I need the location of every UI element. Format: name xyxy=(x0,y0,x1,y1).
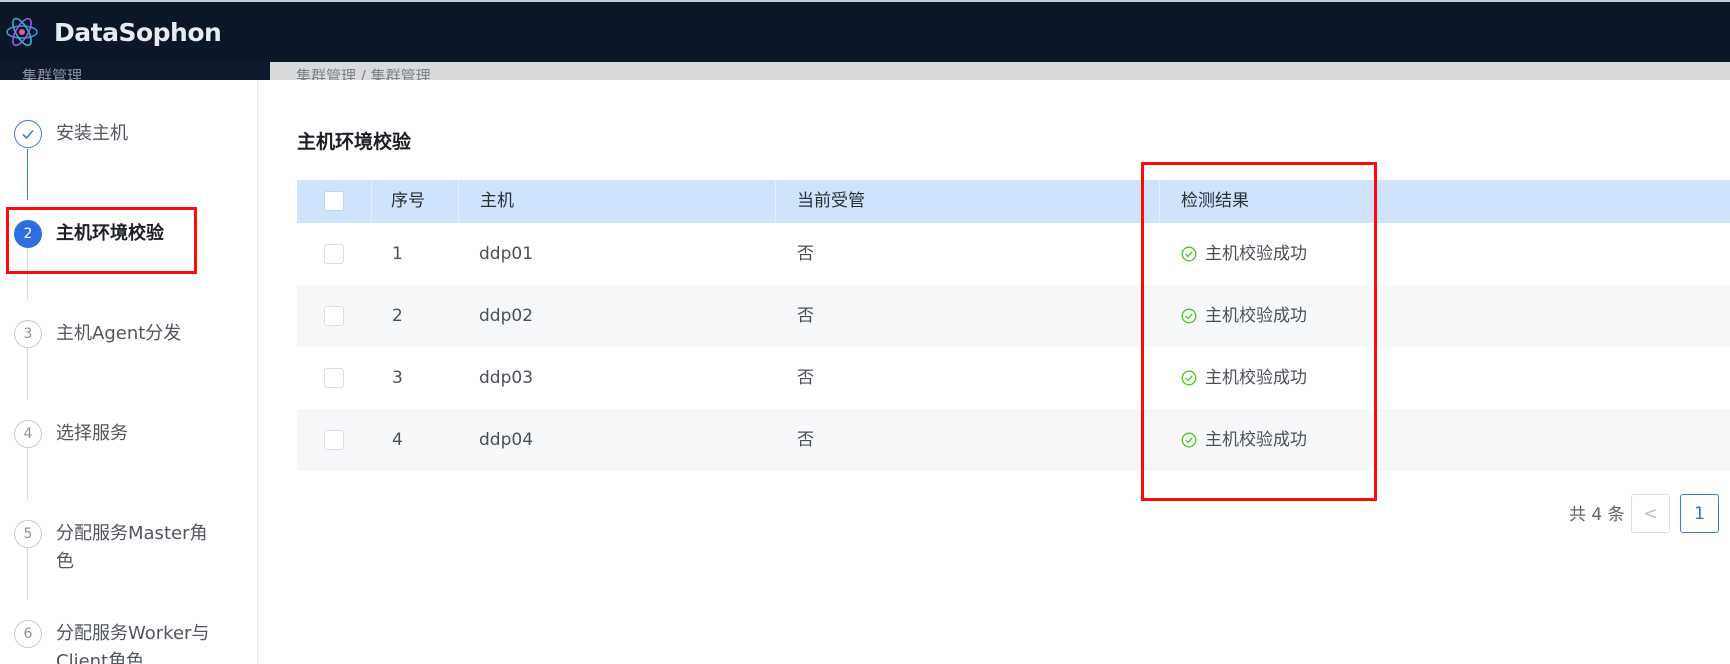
step-label: 选择服务 xyxy=(56,423,128,444)
table-row[interactable]: 1 ddp01 否 主机校验成功 xyxy=(297,223,1730,285)
step-connector xyxy=(27,448,28,500)
cell-host: ddp02 xyxy=(479,306,534,326)
table-row[interactable]: 4 ddp04 否 主机校验成功 xyxy=(297,409,1730,471)
table-header: 序号 主机 当前受管 检测结果 xyxy=(297,180,1730,223)
step-install-hosts[interactable]: 安装主机 xyxy=(14,120,254,148)
check-icon xyxy=(14,120,42,148)
underlay-strip: 集群管理 集群管理 / 集群管理 xyxy=(0,62,1730,80)
underlay-sidebar-text: 集群管理 xyxy=(22,67,83,80)
underlay-breadcrumb: 集群管理 / 集群管理 xyxy=(296,67,431,80)
cell-index: 4 xyxy=(392,430,403,450)
header-managed: 当前受管 xyxy=(797,191,865,211)
host-check-table: 序号 主机 当前受管 检测结果 1 ddp01 否 主机校验成功 2 ddp02… xyxy=(297,180,1730,471)
step-agent-distribute[interactable]: 3 主机Agent分发 xyxy=(14,320,254,348)
highlight-box-active-step xyxy=(6,207,197,274)
step-assign-worker[interactable]: 6 分配服务Worker与Client角色 xyxy=(14,620,254,664)
cell-index: 3 xyxy=(392,368,403,388)
header-index: 序号 xyxy=(391,191,425,211)
step-number: 6 xyxy=(14,620,42,648)
underlay-sidebar: 集群管理 xyxy=(0,62,270,80)
step-label: 分配服务Worker与Client角色 xyxy=(56,623,210,664)
column-divider xyxy=(458,180,459,223)
table-row[interactable]: 3 ddp03 否 主机校验成功 xyxy=(297,347,1730,409)
step-connector xyxy=(27,348,28,400)
select-all-checkbox[interactable] xyxy=(324,191,344,211)
cell-host: ddp03 xyxy=(479,368,534,388)
pagination-total: 共 4 条 xyxy=(1569,505,1625,525)
column-divider xyxy=(371,180,372,223)
step-label: 安装主机 xyxy=(56,123,128,144)
atom-logo-icon xyxy=(6,17,38,47)
step-label: 分配服务Master角色 xyxy=(56,523,208,572)
row-checkbox[interactable] xyxy=(324,368,344,388)
step-assign-master[interactable]: 5 分配服务Master角色 xyxy=(14,520,254,576)
wizard-steps: 安装主机 2 主机环境校验 3 主机Agent分发 4 选择服务 5 分配服务M… xyxy=(0,80,258,664)
cell-managed: 否 xyxy=(797,430,814,450)
step-number: 4 xyxy=(14,420,42,448)
page-button-current[interactable]: 1 xyxy=(1680,494,1719,533)
header-host: 主机 xyxy=(480,191,514,211)
page-title: 主机环境校验 xyxy=(297,131,412,153)
cell-index: 1 xyxy=(392,244,403,264)
cell-managed: 否 xyxy=(797,244,814,264)
cell-host: ddp04 xyxy=(479,430,534,450)
column-divider xyxy=(775,180,776,223)
step-number: 5 xyxy=(14,520,42,548)
row-checkbox[interactable] xyxy=(324,244,344,264)
row-checkbox[interactable] xyxy=(324,430,344,450)
cell-managed: 否 xyxy=(797,368,814,388)
app-name: DataSophon xyxy=(54,17,222,47)
highlight-box-result-column xyxy=(1141,162,1377,501)
top-header: DataSophon xyxy=(0,0,1730,62)
step-number: 3 xyxy=(14,320,42,348)
step-label: 主机Agent分发 xyxy=(56,323,182,344)
step-select-services[interactable]: 4 选择服务 xyxy=(14,420,254,448)
table-row[interactable]: 2 ddp02 否 主机校验成功 xyxy=(297,285,1730,347)
row-checkbox[interactable] xyxy=(324,306,344,326)
step-connector xyxy=(27,149,28,200)
brand[interactable]: DataSophon xyxy=(4,12,222,52)
cell-managed: 否 xyxy=(797,306,814,326)
cell-host: ddp01 xyxy=(479,244,534,264)
cell-index: 2 xyxy=(392,306,403,326)
prev-page-button[interactable]: < xyxy=(1631,494,1670,533)
